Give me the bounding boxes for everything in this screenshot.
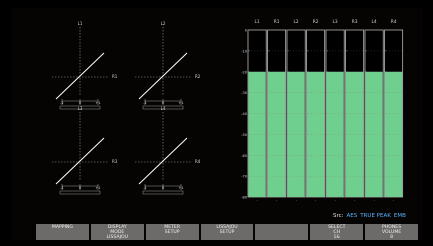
softkey-6[interactable]: SELECT CH 1& (310, 224, 364, 240)
meter-channel-label: R2 (313, 19, 319, 25)
meter-scale-label: -30 (241, 91, 247, 95)
softkey-label-line: LISSAJOU (106, 235, 128, 240)
correlation-scale-label: +1 (178, 186, 183, 190)
meter-scale-label: 0 (245, 29, 247, 33)
correlation-scale-label: -1 (60, 101, 64, 105)
softkey-4[interactable]: LISSAJOU SETUP (200, 224, 254, 240)
correlation-bar-box (142, 190, 184, 195)
meter-bottom-mark: . (276, 197, 277, 202)
meter-bottom-mark: . (393, 197, 394, 202)
audio-display: L1R1-1 0 +1L2R2-1 0 +1L3R3-1 0 +1L4R4-1 0 +1L1.R… (52, 19, 404, 202)
meter-level-bar (346, 71, 364, 197)
src-value: AES (346, 213, 358, 219)
scope-channel-right-label: R4 (195, 159, 201, 164)
meter-bottom-mark: . (295, 197, 296, 202)
meter-level-bar (307, 71, 325, 197)
meter-channel-label: R4 (391, 19, 397, 25)
correlation-scale-label: -1 (143, 101, 147, 105)
meter-bottom-mark: . (354, 197, 355, 202)
meter-scale-label: -70 (241, 175, 247, 179)
correlation-scale-label: +1 (178, 101, 183, 105)
meter-bottom-mark: . (373, 197, 374, 202)
softkey-label-line: SETUP (219, 230, 235, 236)
scope-channel-right-label: R2 (195, 74, 201, 79)
correlation-scale-label: 0 (79, 101, 81, 105)
scope-channel-right-label: R1 (112, 74, 118, 79)
correlation-scale-label: 0 (162, 186, 164, 190)
meter-scale-label: -10 (241, 49, 247, 53)
lissajous-trace (138, 137, 188, 185)
meter-bottom-mark: . (256, 197, 257, 202)
meter-level-bar (385, 71, 403, 197)
scope-channel-top-label: L4 (161, 106, 166, 111)
embedded-indicator: EMB (393, 213, 406, 219)
meter-scale-label: -40 (241, 112, 247, 116)
softkey-label-line: SETUP (164, 230, 180, 236)
lissajous-trace (55, 137, 105, 185)
meter-level-bar (268, 71, 286, 197)
meter-channel-label: L3 (333, 19, 338, 25)
scope-channel-top-label: L2 (161, 21, 166, 26)
scope-channel-top-label: L1 (78, 21, 83, 26)
softkey-label-line: MAPPING (51, 225, 73, 230)
softkey-label-line: 1& (333, 235, 340, 240)
meter-scale-label: -60 (241, 154, 247, 158)
meter-channel-label: L4 (372, 19, 377, 25)
meter-channel-label: R3 (352, 19, 358, 25)
softkey-2[interactable]: DISPLAY MODE LISSAJOU (90, 224, 144, 240)
lissajous-trace (55, 52, 105, 100)
correlation-scale-label: +1 (95, 101, 100, 105)
meter-mode: TRUE PEAK (360, 213, 391, 219)
correlation-scale-label: 0 (162, 101, 164, 105)
softkey-1[interactable]: MAPPING (36, 224, 89, 240)
softkey-bar: MAPPING DISPLAY MODE LISSAJOU METER SETUP LISS… (36, 224, 419, 240)
source-status: Src: AES TRUE PEAK EMB (333, 213, 406, 219)
correlation-scale-label: +1 (95, 186, 100, 190)
meter-bottom-mark: . (315, 197, 316, 202)
correlation-scale-label: -1 (143, 186, 147, 190)
correlation-bar-box (59, 190, 101, 195)
softkey-5[interactable] (255, 224, 309, 240)
softkey-7[interactable]: PHONES VOLUME 8 (365, 224, 419, 240)
meter-channel-label: L2 (294, 19, 299, 25)
meter-scale-label: -20 (241, 70, 247, 74)
src-label: Src: (333, 213, 344, 219)
meter-scale-label: -50 (241, 133, 247, 137)
scope-channel-right-label: R3 (112, 159, 118, 164)
meter-bottom-mark: . (334, 197, 335, 202)
correlation-scale-label: -1 (60, 186, 64, 190)
softkey-label-line: 8 (390, 235, 394, 240)
softkey-3[interactable]: METER SETUP (145, 224, 199, 240)
scope-channel-top-label: L3 (78, 106, 83, 111)
meter-scale-label: -80 (241, 196, 247, 200)
meter-channel-label: L1 (255, 19, 260, 25)
meter-channel-label: R1 (274, 19, 280, 25)
correlation-scale-label: 0 (79, 186, 81, 190)
lissajous-trace (138, 52, 188, 100)
